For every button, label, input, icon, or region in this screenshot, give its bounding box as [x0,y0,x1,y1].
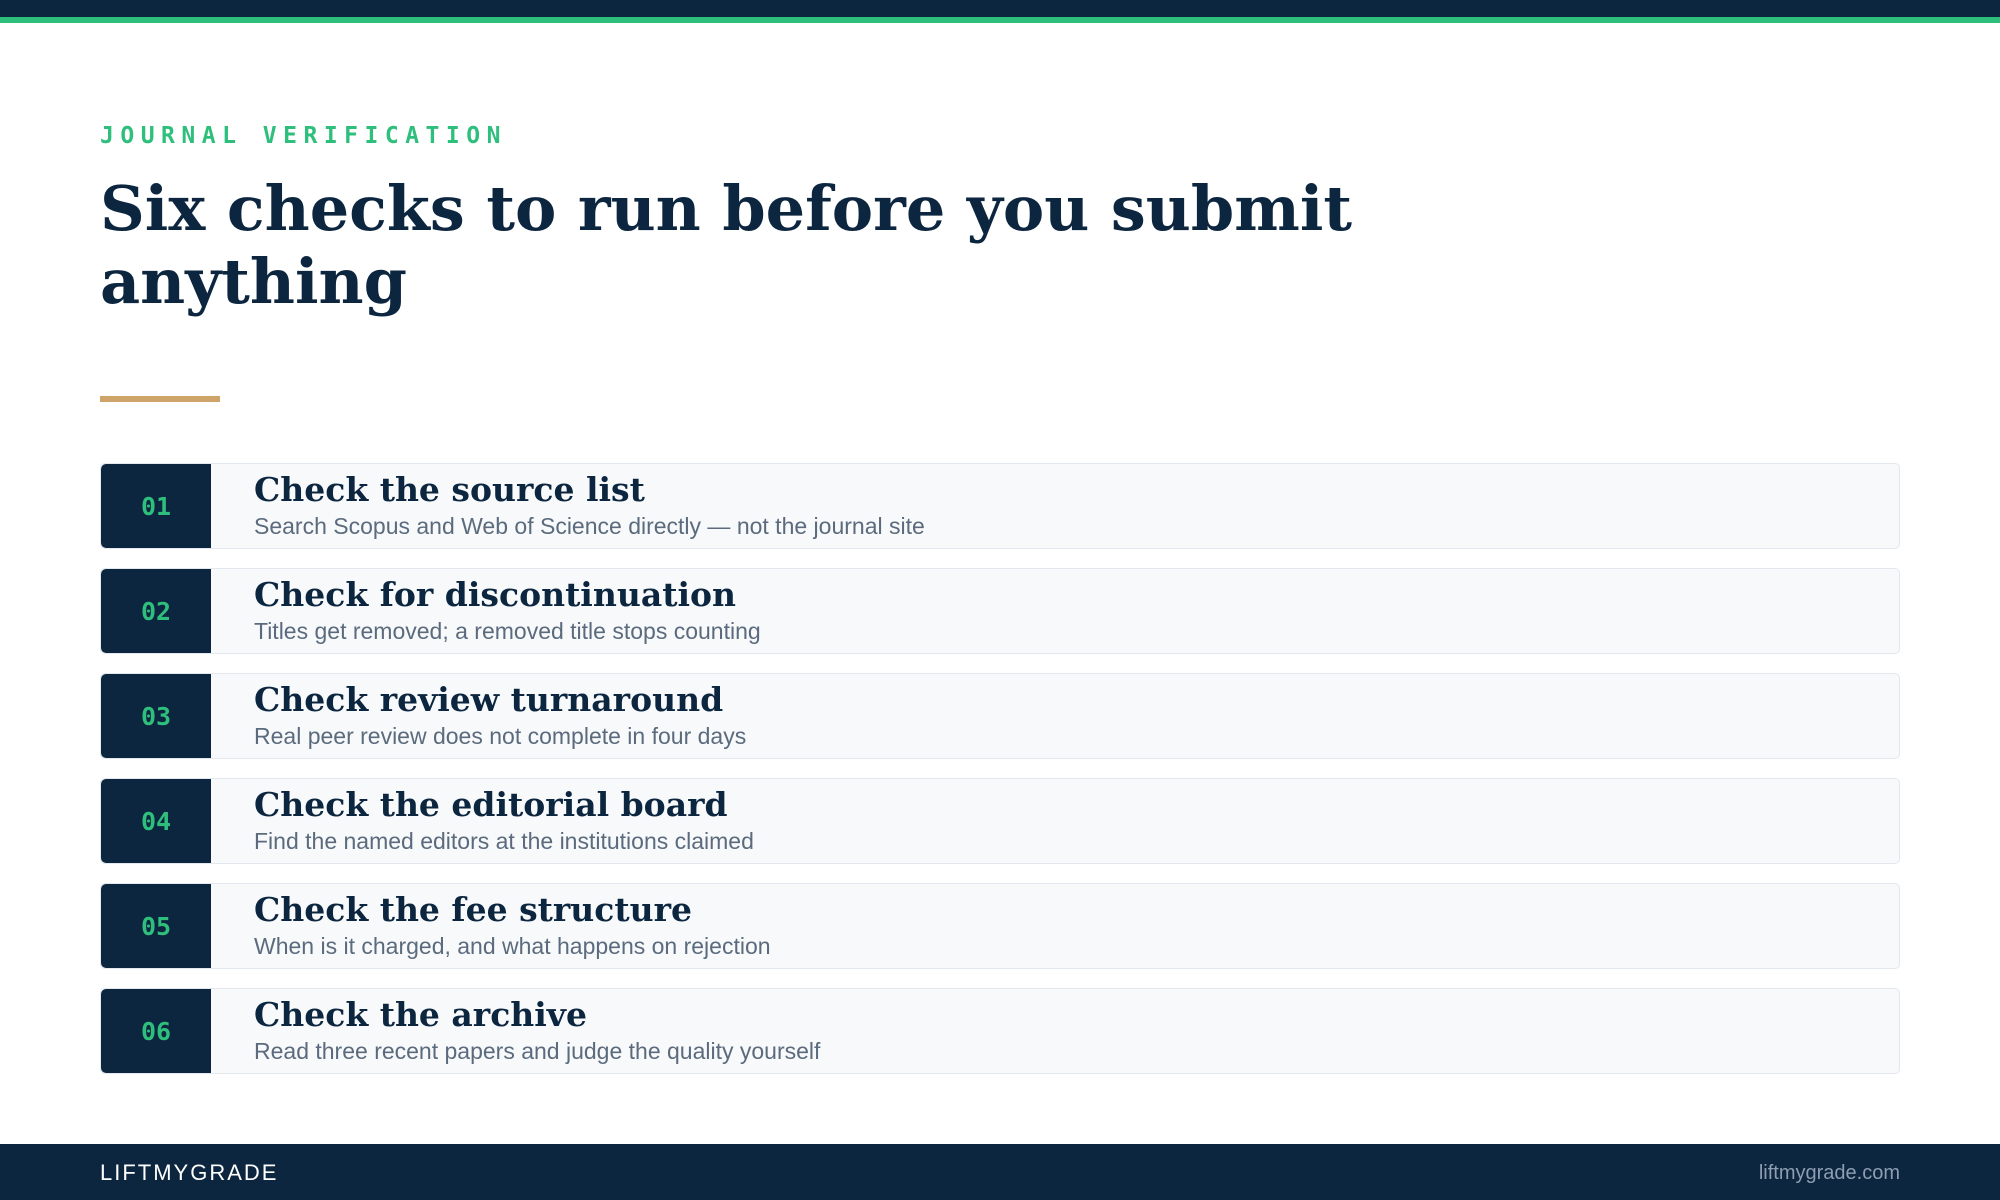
check-title: Check the source list [254,470,645,509]
check-item-6: 06 Check the archive Read three recent p… [100,988,1900,1074]
brand-name: LIFTMYGRADE [100,1160,279,1185]
check-item-3: 03 Check review turnaround Real peer rev… [100,673,1900,759]
check-number-badge: 01 [101,464,211,548]
check-item-2: 02 Check for discontinuation Titles get … [100,568,1900,654]
check-description: Search Scopus and Web of Science directl… [254,513,925,539]
footer-bar: LIFTMYGRADE liftmygrade.com [0,1144,2000,1200]
check-description: Titles get removed; a removed title stop… [254,618,761,644]
check-title: Check the archive [254,995,587,1034]
check-description: Find the named editors at the institutio… [254,828,754,854]
check-description: Real peer review does not complete in fo… [254,723,747,749]
check-number-badge: 04 [101,779,211,863]
top-bar [0,0,2000,17]
check-title: Check the editorial board [254,785,728,824]
page-title: Six checks to run before you submit anyt… [100,172,1353,318]
check-title: Check the fee structure [254,890,693,929]
check-item-1: 01 Check the source list Search Scopus a… [100,463,1900,549]
check-number-badge: 03 [101,674,211,758]
website-url: liftmygrade.com [1758,1162,1900,1184]
check-title: Check review turnaround [254,680,724,719]
check-description: Read three recent papers and judge the q… [254,1038,821,1064]
check-number-badge: 06 [101,989,211,1073]
section-eyebrow: JOURNAL VERIFICATION [100,123,507,149]
check-number-badge: 02 [101,569,211,653]
check-item-4: 04 Check the editorial board Find the na… [100,778,1900,864]
check-item-5: 05 Check the fee structure When is it ch… [100,883,1900,969]
top-accent-stripe [0,17,2000,23]
check-description: When is it charged, and what happens on … [254,933,771,959]
check-number-badge: 05 [101,884,211,968]
check-title: Check for discontinuation [254,575,736,614]
checks-list: 01 Check the source list Search Scopus a… [100,463,1900,1093]
title-divider [100,396,220,402]
